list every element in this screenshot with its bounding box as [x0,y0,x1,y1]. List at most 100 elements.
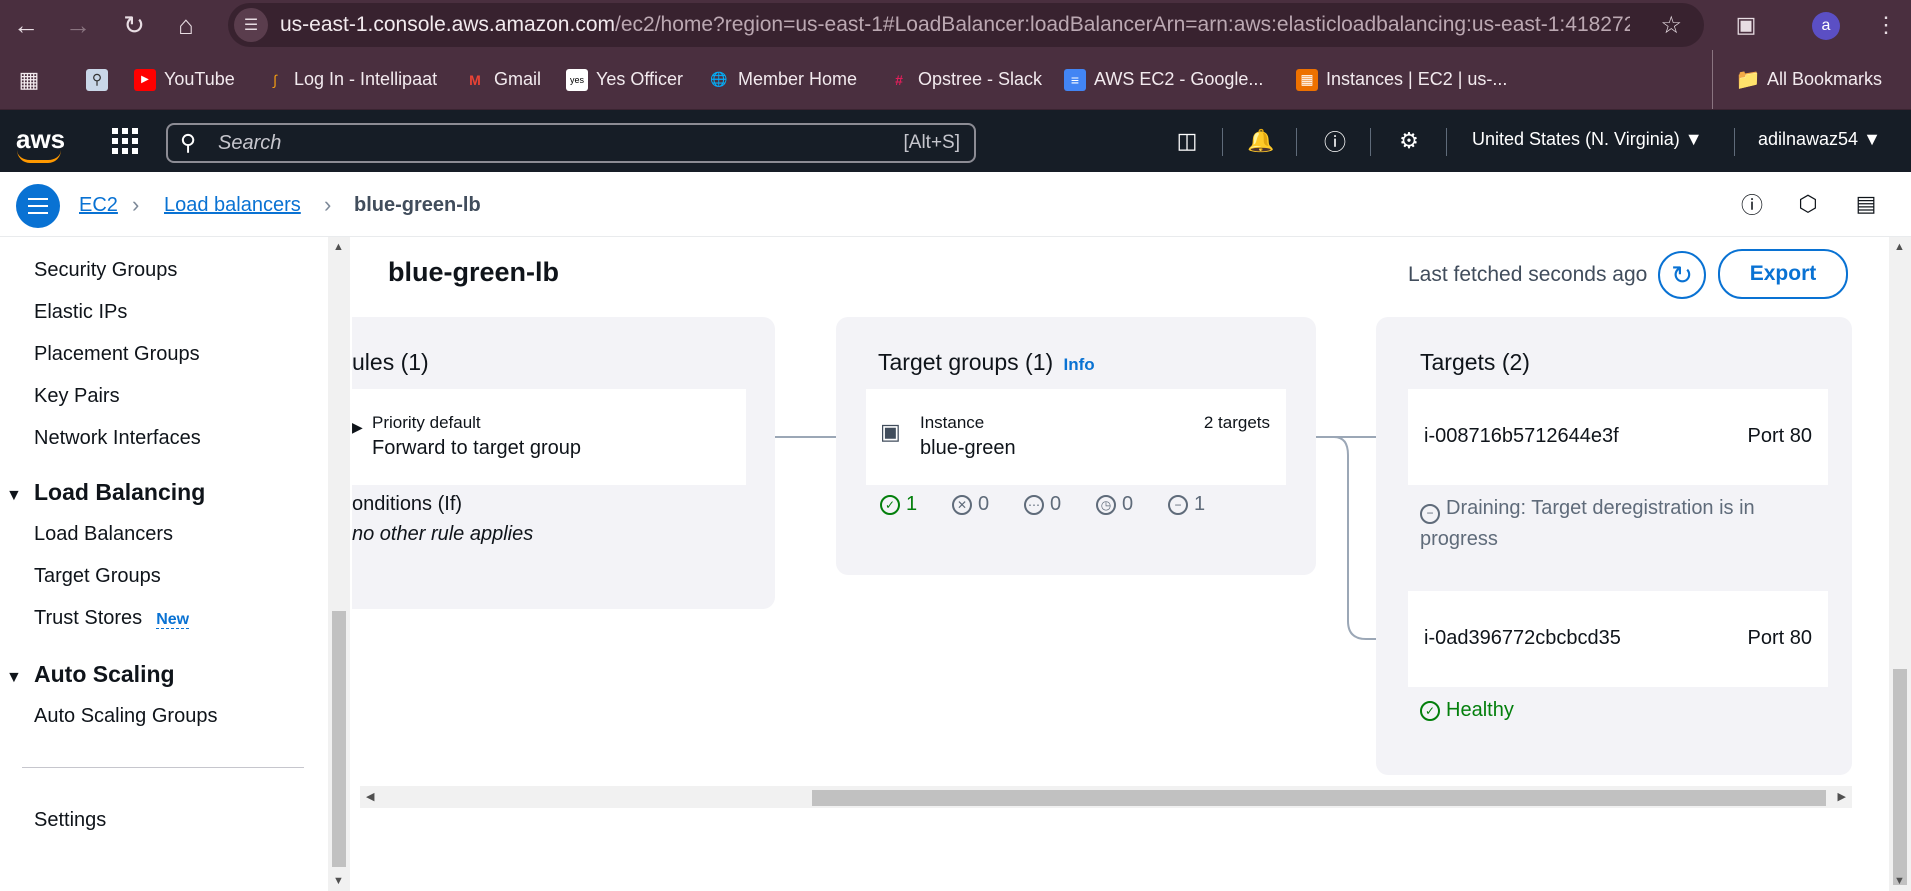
targets-panel: Targets (2) i-008716b5712644e3f Port 80 … [1376,317,1852,775]
bookmark-search[interactable]: ⚲ [86,50,116,109]
breadcrumb-bar: EC2 › Load balancers › blue-green-lb [0,172,1911,237]
breadcrumb-ec2[interactable]: EC2 [79,194,118,217]
bookmarks-bar: ▦ ⚲ ▶ YouTube ∫ Log In - Intellipaat M Gmai… [0,50,1911,110]
caret-down-icon: ▼ [6,487,22,504]
tg-name: blue-green [920,437,1016,459]
url-text[interactable]: us-east-1.console.aws.amazon.com/ec2/hom… [280,13,1630,37]
browser-menu-icon[interactable]: ⋮ [1866,0,1906,50]
nav-elastic-ips[interactable]: Elastic IPs [34,301,127,324]
nav-security-groups[interactable]: Security Groups [34,259,177,282]
nav-key-pairs[interactable]: Key Pairs [34,385,120,408]
new-badge: New [156,611,190,629]
feedback-screen-icon[interactable]: ▤ [1850,188,1882,220]
caret-down-icon: ▼ [6,669,22,686]
browser-toolbar: ← → ↻ ⌂ ☰ us-east-1.console.aws.amazon.c… [0,0,1911,50]
target-id: i-0ad396772cbcbcd35 [1424,627,1621,649]
target-group-card[interactable]: ▣ Instance blue-green 2 targets [866,389,1286,485]
back-icon[interactable]: ← [6,0,46,50]
rule-condition-text: no other rule applies [352,523,534,545]
clock-icon: ◷ [1096,494,1116,515]
chip-instance-icon: ▣ [880,419,901,444]
tg-target-count: 2 targets [1203,413,1270,432]
nav-settings[interactable]: Settings [34,809,106,832]
services-menu-icon[interactable] [112,128,138,154]
hexagon-settings-icon[interactable]: ⬡ [1792,188,1824,220]
rules-panel: ules (1) ▶ Priority default Forward to t… [352,317,775,609]
forward-icon[interactable]: → [58,0,98,50]
check-circle-icon: ✓ [1420,700,1440,721]
rule-priority: Priority default [372,413,481,432]
horizontal-scrollbar[interactable]: ◀ ▶ [360,786,1852,808]
bookmark-youtube[interactable]: ▶ YouTube [134,50,235,109]
nav-placement-groups[interactable]: Placement Groups [34,343,200,366]
target-port: Port 80 [1747,425,1812,447]
account-menu[interactable]: adilnawaz54 ▼ [1758,129,1881,150]
settings-gear-icon[interactable]: ⚙ [1392,124,1426,158]
target-id: i-008716b5712644e3f [1424,425,1619,447]
tg-type: Instance [920,413,985,432]
minus-circle-icon: − [1168,494,1188,515]
nav-target-groups[interactable]: Target Groups [34,565,161,588]
nav-load-balancers[interactable]: Load Balancers [34,523,173,546]
search-shortcut: [Alt+S] [903,132,961,153]
notifications-bell-icon[interactable]: 🔔 [1244,124,1278,158]
nav-section-load-balancing[interactable]: ▼ Load Balancing [6,479,205,506]
nav-auto-scaling-groups[interactable]: Auto Scaling Groups [34,705,217,728]
target-status-draining: − Draining: Target deregistration is in p… [1420,497,1755,550]
region-selector[interactable]: United States (N. Virginia) ▼ [1472,129,1703,150]
stat-unhealthy: ✕ 0 [952,493,989,516]
all-bookmarks[interactable]: 📁 All Bookmarks [1712,50,1882,109]
bookmark-yes-officer[interactable]: yes Yes Officer [566,50,683,109]
bookmark-member-home[interactable]: 🌐 Member Home [708,50,857,109]
breadcrumb-load-balancers[interactable]: Load balancers [164,194,301,217]
rule-card[interactable]: ▶ Priority default Forward to target gro… [352,389,746,485]
chevron-right-icon: › [132,192,140,217]
target-groups-panel: Target groups (1) Info ▣ Instance blue-g… [836,317,1316,575]
check-circle-icon: ✓ [880,494,900,515]
page-scrollbar[interactable]: ▲ ▼ [1889,237,1911,891]
ellipsis-circle-icon: ⋯ [1024,494,1044,515]
side-nav-toggle[interactable] [16,184,60,228]
rule-conditions-label: onditions (If) [352,493,463,515]
stat-draining: −1 [1168,493,1205,516]
address-bar[interactable]: ☰ us-east-1.console.aws.amazon.com/ec2/h… [228,3,1704,47]
side-navigation: Security Groups Elastic IPs Placement Gr… [0,237,328,891]
nav-section-auto-scaling[interactable]: ▼ Auto Scaling [6,661,175,688]
bookmark-instances[interactable]: ▦ Instances | EC2 | us-... [1296,50,1507,109]
nav-trust-stores[interactable]: Trust Stores New [34,607,190,630]
search-input[interactable]: ⚲ Search [Alt+S] [166,123,976,163]
bookmark-google-doc[interactable]: ≡ AWS EC2 - Google... [1064,50,1263,109]
x-circle-icon: ✕ [952,494,972,515]
target-port: Port 80 [1747,627,1812,649]
stat-initial: ◷ 0 [1096,493,1133,516]
target-status-healthy: ✓ Healthy [1420,699,1514,722]
aws-logo[interactable]: aws [16,124,65,163]
home-icon[interactable]: ⌂ [166,0,206,50]
reload-icon[interactable]: ↻ [114,0,154,50]
target-groups-title: Target groups (1) Info [878,349,1095,375]
profile-avatar[interactable]: a [1812,12,1840,40]
info-icon[interactable]: ⓘ [1736,188,1768,220]
apps-grid-icon[interactable]: ▦ [18,50,48,109]
aws-top-nav: aws ⚲ Search [Alt+S] ◫ 🔔 ⓘ ⚙ United Stat… [0,110,1911,172]
rules-title: ules (1) [352,349,429,375]
target-card-2[interactable]: i-0ad396772cbcbcd35 Port 80 [1408,591,1828,687]
bookmark-slack[interactable]: # Opstree - Slack [888,50,1042,109]
info-link[interactable]: Info [1064,355,1095,374]
stat-healthy: ✓ 1 [880,493,917,516]
site-info-icon[interactable]: ☰ [234,8,268,42]
bookmark-star-icon[interactable]: ☆ [1660,11,1682,40]
bookmark-gmail[interactable]: M Gmail [464,50,541,109]
bookmark-intellipaat[interactable]: ∫ Log In - Intellipaat [264,50,437,109]
sidebar-scrollbar[interactable]: ▲ ▼ [328,237,350,891]
search-icon: ⚲ [180,130,197,155]
minus-circle-icon: − [1420,503,1440,524]
target-card-1[interactable]: i-008716b5712644e3f Port 80 [1408,389,1828,485]
help-icon[interactable]: ⓘ [1318,124,1352,158]
divider [22,767,304,768]
nav-network-interfaces[interactable]: Network Interfaces [34,427,201,450]
targets-title: Targets (2) [1420,349,1530,375]
cloudshell-icon[interactable]: ◫ [1170,124,1204,158]
expand-caret-icon[interactable]: ▶ [352,419,363,436]
extensions-icon[interactable]: ▣ [1726,0,1766,50]
